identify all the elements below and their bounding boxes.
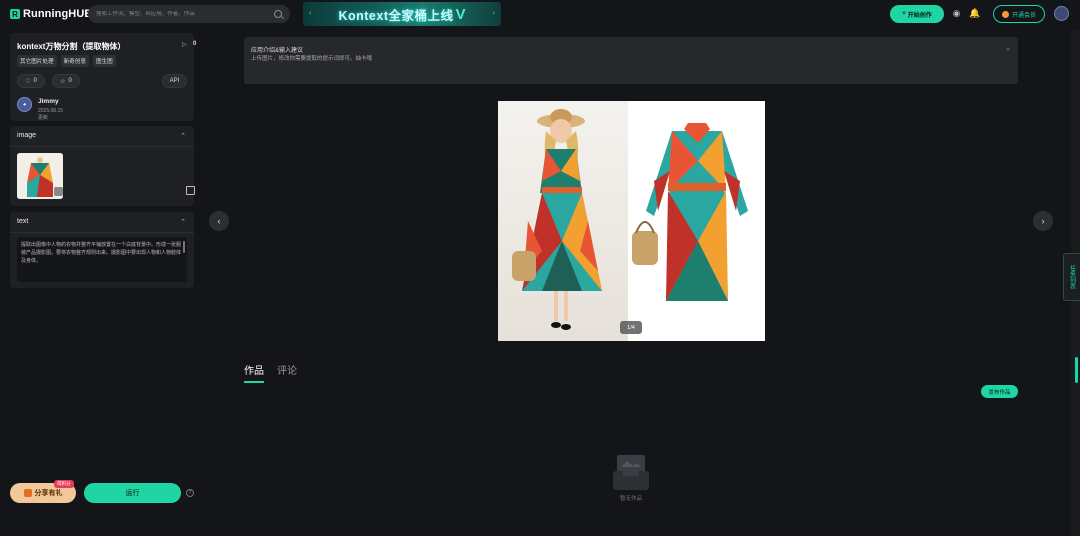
vip-gem-icon xyxy=(1001,10,1009,18)
favorite-button[interactable]: ☆ 0 xyxy=(52,74,80,88)
brand-logo-icon: R xyxy=(10,9,20,19)
app-intro-box: 应用介绍&输入建议 上传图片，修改你需要提取的提示词即可。抽卡哦 ⌄ xyxy=(244,37,1018,84)
tab-works[interactable]: 作品 xyxy=(244,362,264,383)
brand-logo[interactable]: R RunningHUB xyxy=(10,8,92,20)
play-icon: ▷ xyxy=(182,42,187,48)
bell-icon[interactable]: 🔔 xyxy=(969,8,980,19)
vip-button[interactable]: 开通会员 xyxy=(993,5,1045,23)
tab-comments[interactable]: 评论 xyxy=(277,362,297,383)
banner-next-icon[interactable]: › xyxy=(493,10,495,17)
share-label: 分享有礼 xyxy=(34,490,63,497)
start-create-label: 开始创作 xyxy=(907,12,932,19)
top-header: R RunningHUB ‹ Kontext全家桶上线 V › + 开始创作 ◉… xyxy=(0,0,1080,28)
image-section-title: image xyxy=(17,132,37,139)
prompt-text: 提取出图像中人物的衣物并整齐平铺放置在一个白底背景中。形成一张服装产品摄影图。要… xyxy=(21,242,182,264)
like-button[interactable]: ♡ 0 xyxy=(17,74,45,88)
api-label: API xyxy=(169,78,180,84)
model-photo xyxy=(498,101,628,341)
author-name[interactable]: Jimmy xyxy=(38,98,59,105)
favorite-count: 0 xyxy=(68,78,72,84)
tag-list: 其它图片处理 新奇创意 图生图 xyxy=(17,55,116,67)
plus-icon: + xyxy=(902,11,906,17)
brand-name: RunningHUB xyxy=(23,8,93,20)
expand-icon[interactable]: ⌄ xyxy=(1005,44,1011,52)
flat-dress-photo xyxy=(628,101,765,341)
star-icon: ☆ xyxy=(60,78,66,85)
author-date: 2025.08.15 更新 xyxy=(38,108,64,121)
search-bar[interactable] xyxy=(88,5,290,23)
banner-accent: V xyxy=(455,5,466,23)
heart-icon: ♡ xyxy=(25,78,31,85)
intro-title: 应用介绍&输入建议 xyxy=(251,48,304,54)
help-icon[interactable]: ? xyxy=(186,489,194,497)
image-counter: 1/4 xyxy=(620,321,642,334)
tag[interactable]: 图生图 xyxy=(92,55,116,67)
publish-button[interactable]: 发布作品 xyxy=(981,385,1018,398)
text-input-panel: text ⌃ 提取出图像中人物的衣物并整齐平铺放置在一个白底背景中。形成一张服装… xyxy=(10,212,194,288)
banner-prev-icon[interactable]: ‹ xyxy=(309,10,311,17)
promo-banner[interactable]: ‹ Kontext全家桶上线 V › xyxy=(303,2,501,26)
empty-state-text: 暂无作品 xyxy=(620,496,643,502)
chevron-right-icon: › xyxy=(1041,216,1045,226)
like-count: 0 xyxy=(33,78,37,84)
edit-icon[interactable] xyxy=(186,186,195,195)
run-button[interactable]: 运行 xyxy=(84,483,181,503)
tag[interactable]: 新奇创意 xyxy=(60,55,89,67)
empty-tray-icon xyxy=(613,455,649,490)
page-scrollbar-thumb[interactable] xyxy=(1075,357,1078,383)
next-image-button[interactable]: › xyxy=(1033,211,1053,231)
chevron-left-icon: ‹ xyxy=(217,216,221,226)
share-badge: 得积分 xyxy=(54,480,74,488)
prompt-textarea[interactable]: 提取出图像中人物的衣物并整齐平铺放置在一个白底背景中。形成一张服装产品摄影图。要… xyxy=(17,237,187,282)
camera-icon[interactable] xyxy=(54,187,63,196)
preview-image[interactable] xyxy=(498,101,765,341)
prev-image-button[interactable]: ‹ xyxy=(209,211,229,231)
run-count: 0 xyxy=(193,41,197,47)
robot-icon[interactable]: ◉ xyxy=(951,8,962,19)
user-avatar[interactable] xyxy=(1054,6,1069,21)
search-input[interactable] xyxy=(96,11,274,17)
workflow-title: kontext万物分割（提取物体） xyxy=(17,42,126,51)
banner-text: Kontext全家桶上线 xyxy=(338,8,454,23)
image-input-panel: image ⌃ xyxy=(10,126,195,206)
start-create-button[interactable]: + 开始创作 xyxy=(890,5,944,23)
text-section-title: text xyxy=(17,218,29,225)
textarea-scrollbar[interactable] xyxy=(183,241,185,253)
api-button[interactable]: API xyxy=(162,74,187,88)
tag[interactable]: 其它图片处理 xyxy=(17,55,57,67)
search-icon[interactable] xyxy=(274,10,282,18)
vip-label: 开通会员 xyxy=(1011,12,1036,19)
divider xyxy=(10,146,194,147)
intro-description: 上传图片，修改你需要提取的提示词即可。抽卡哦 xyxy=(251,56,373,62)
gift-icon xyxy=(23,489,32,497)
collapse-icon[interactable]: ⌃ xyxy=(180,218,186,226)
collapse-icon[interactable]: ⌃ xyxy=(180,132,186,140)
author-avatar[interactable]: ◕ xyxy=(17,97,32,112)
divider xyxy=(10,232,194,233)
task-list-tab[interactable]: 任务列表 xyxy=(1063,253,1080,301)
content-tabs: 作品 评论 xyxy=(244,362,297,383)
